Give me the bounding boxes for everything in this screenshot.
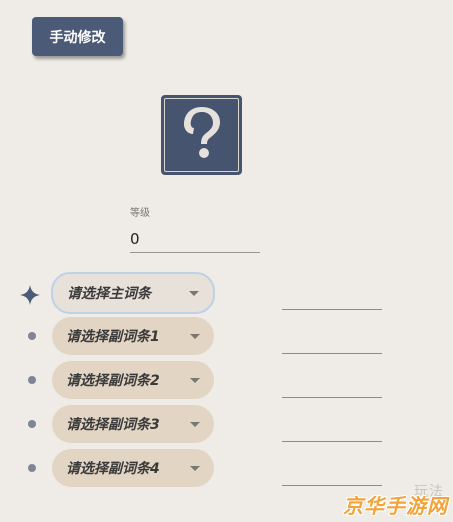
bullet-dot-icon — [28, 464, 36, 472]
dropdown-arrow-icon — [190, 378, 200, 383]
sub-stat-select-label: 请选择副词条1 — [66, 329, 160, 345]
sub-stat-value-line — [282, 441, 382, 442]
manual-edit-button[interactable]: 手动修改 — [32, 17, 123, 56]
sub-stat-row: 请选择副词条2 — [0, 360, 453, 400]
sub-stat-value-line — [282, 485, 382, 486]
main-stat-value-line — [282, 309, 382, 310]
sub-stat-select-4[interactable]: 请选择副词条4 — [52, 449, 214, 487]
sub-stat-value-line — [282, 397, 382, 398]
sub-stat-select-1[interactable]: 请选择副词条1 — [52, 317, 214, 355]
sub-stat-row: 请选择副词条3 — [0, 404, 453, 444]
artifact-card-frame — [164, 98, 239, 172]
sub-stat-select-label: 请选择副词条4 — [66, 461, 160, 477]
level-input[interactable] — [130, 226, 260, 253]
main-stat-row: 请选择主词条 — [0, 272, 453, 314]
sub-stat-row: 请选择副词条1 — [0, 316, 453, 356]
watermark-logo: 京华手游网 — [343, 494, 448, 518]
sub-stat-select-2[interactable]: 请选择副词条2 — [52, 361, 214, 399]
sub-stat-value-line — [282, 353, 382, 354]
bullet-dot-icon — [28, 332, 36, 340]
dropdown-arrow-icon — [190, 466, 200, 471]
artifact-card[interactable] — [161, 95, 242, 175]
sub-stat-select-label: 请选择副词条3 — [66, 417, 160, 433]
dropdown-arrow-icon — [189, 291, 199, 296]
sub-stat-select-label: 请选择副词条2 — [66, 373, 160, 389]
question-mark-icon — [179, 104, 225, 166]
dropdown-arrow-icon — [190, 334, 200, 339]
main-stat-select-label: 请选择主词条 — [67, 286, 151, 302]
dropdown-arrow-icon — [190, 422, 200, 427]
four-point-star-icon — [20, 285, 40, 309]
bullet-dot-icon — [28, 420, 36, 428]
main-stat-select[interactable]: 请选择主词条 — [51, 272, 215, 314]
sub-stat-select-3[interactable]: 请选择副词条3 — [52, 405, 214, 443]
sub-stat-row: 请选择副词条4 — [0, 448, 453, 488]
level-label: 等级 — [130, 208, 150, 219]
bullet-dot-icon — [28, 376, 36, 384]
